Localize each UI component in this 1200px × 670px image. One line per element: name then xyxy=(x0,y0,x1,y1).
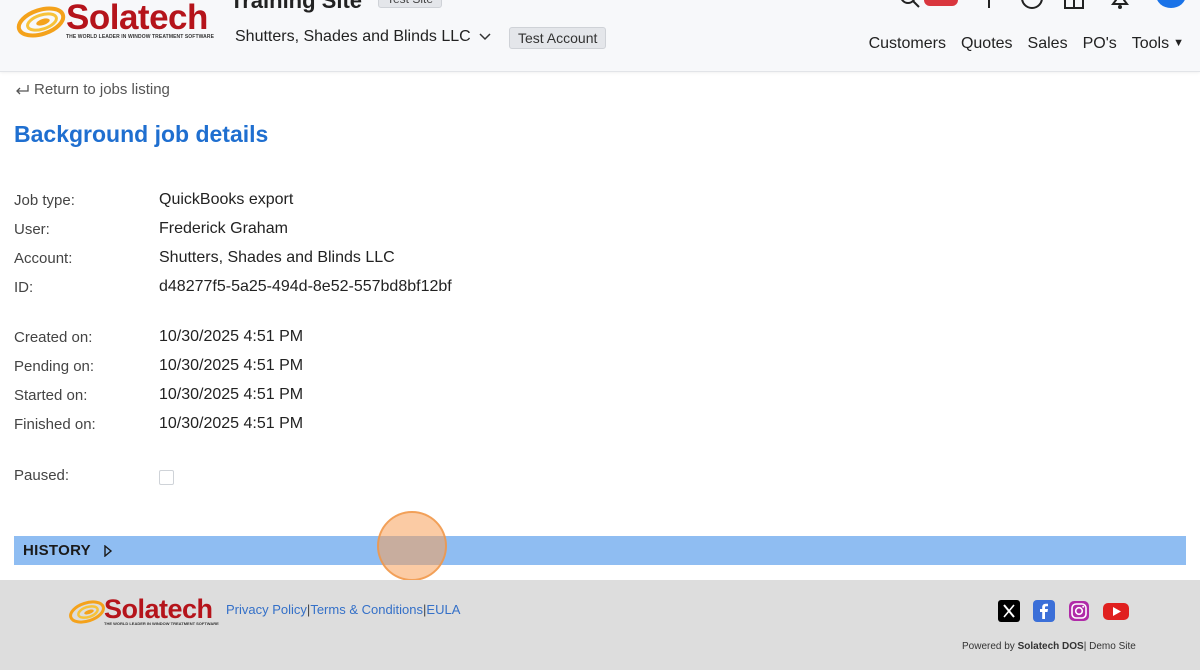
finished-on-label: Finished on: xyxy=(14,416,96,433)
return-arrow-icon xyxy=(16,84,29,94)
caret-down-icon: ▼ xyxy=(1173,37,1184,49)
account-value: Shutters, Shades and Blinds LLC xyxy=(159,249,395,266)
chevron-down-icon[interactable] xyxy=(478,30,492,44)
nav-tools[interactable]: Tools ▼ xyxy=(1132,35,1184,53)
started-on-value: 10/30/2025 4:51 PM xyxy=(159,386,304,403)
footer-logo[interactable]: Solatech THE WORLD LEADER IN WINDOW TREA… xyxy=(68,594,219,629)
facebook-icon[interactable] xyxy=(1033,600,1055,622)
job-type-label: Job type: xyxy=(14,192,75,209)
return-to-jobs-link[interactable]: Return to jobs listing xyxy=(14,81,170,98)
account-badge: Test Account xyxy=(509,27,607,49)
nav-pos[interactable]: PO's xyxy=(1083,35,1117,53)
history-section-toggle[interactable]: HISTORY xyxy=(14,536,1186,565)
app-header: Solatech THE WORLD LEADER IN WINDOW TREA… xyxy=(0,0,1200,72)
logo-tagline: THE WORLD LEADER IN WINDOW TREATMENT SOF… xyxy=(66,34,215,40)
bell-icon[interactable] xyxy=(1108,0,1132,10)
terms-conditions-link[interactable]: Terms & Conditions xyxy=(310,602,423,617)
plus-icon[interactable] xyxy=(980,0,998,10)
logo-swirl-icon xyxy=(16,6,66,38)
powered-by-text: Powered by Solatech DOS| Demo Site xyxy=(962,641,1136,652)
paused-checkbox[interactable] xyxy=(159,470,174,485)
user-value: Frederick Graham xyxy=(159,220,288,237)
site-title: Training Site xyxy=(230,0,363,13)
notification-badge[interactable] xyxy=(924,0,958,6)
page-footer: Solatech THE WORLD LEADER IN WINDOW TREA… xyxy=(0,580,1200,670)
help-icon[interactable] xyxy=(1020,0,1044,10)
instagram-icon[interactable] xyxy=(1068,600,1090,622)
pending-on-label: Pending on: xyxy=(14,358,95,375)
footer-links: Privacy Policy|Terms & Conditions|EULA xyxy=(226,602,460,617)
main-nav: Customers Quotes Sales PO's Tools ▼ xyxy=(869,35,1184,53)
logo-text: Solatech xyxy=(66,0,208,37)
nav-quotes[interactable]: Quotes xyxy=(961,35,1013,53)
account-selector[interactable]: Shutters, Shades and Blinds LLC xyxy=(235,28,471,46)
youtube-icon[interactable] xyxy=(1103,600,1129,622)
created-on-value: 10/30/2025 4:51 PM xyxy=(159,328,304,345)
finished-on-value: 10/30/2025 4:51 PM xyxy=(159,415,304,432)
id-value: d48277f5-5a25-494d-8e52-557bd8bf12bf xyxy=(159,278,452,295)
powered-brand: Solatech DOS xyxy=(1017,641,1084,652)
social-links xyxy=(998,600,1129,622)
started-on-label: Started on: xyxy=(14,387,88,404)
privacy-policy-link[interactable]: Privacy Policy xyxy=(226,602,307,617)
pending-on-value: 10/30/2025 4:51 PM xyxy=(159,357,304,374)
x-icon[interactable] xyxy=(998,600,1020,622)
eula-link[interactable]: EULA xyxy=(426,602,460,617)
nav-sales[interactable]: Sales xyxy=(1028,35,1068,53)
paused-label: Paused: xyxy=(14,467,70,484)
avatar[interactable] xyxy=(1156,0,1186,8)
history-label: HISTORY xyxy=(23,542,91,559)
gift-icon[interactable] xyxy=(1062,0,1086,10)
site-badge: Test Site xyxy=(378,0,443,8)
user-label: User: xyxy=(14,221,50,238)
created-on-label: Created on: xyxy=(14,329,93,346)
nav-customers[interactable]: Customers xyxy=(869,35,946,53)
powered-suffix: | Demo Site xyxy=(1083,641,1136,652)
header-icon-bar xyxy=(890,0,1190,10)
page-title: Background job details xyxy=(14,121,269,147)
nav-tools-label: Tools xyxy=(1131,35,1170,52)
logo-swirl-icon xyxy=(69,600,105,624)
solatech-logo[interactable]: Solatech THE WORLD LEADER IN WINDOW TREA… xyxy=(16,0,214,44)
footer-logo-tagline: THE WORLD LEADER IN WINDOW TREATMENT SOF… xyxy=(104,621,219,626)
search-icon[interactable] xyxy=(898,0,922,10)
play-triangle-icon xyxy=(104,544,113,557)
powered-prefix: Powered by xyxy=(962,641,1015,652)
return-link-label: Return to jobs listing xyxy=(34,81,170,98)
id-label: ID: xyxy=(14,279,34,296)
account-label: Account: xyxy=(14,250,73,267)
job-type-value: QuickBooks export xyxy=(159,191,294,208)
